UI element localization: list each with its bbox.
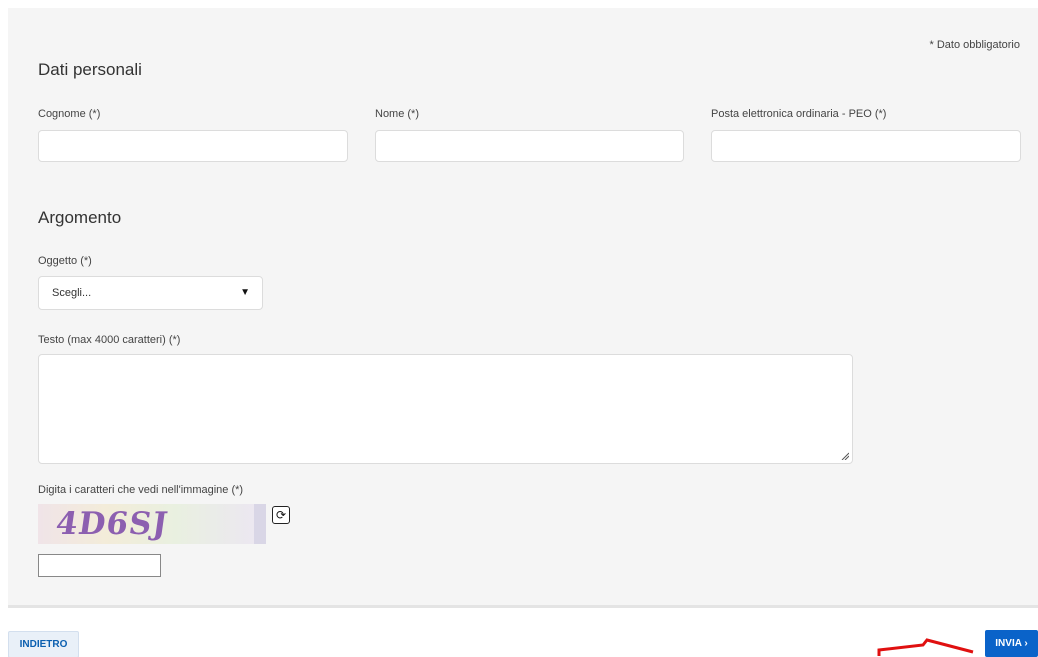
send-button[interactable]: INVIA › xyxy=(985,630,1038,657)
captcha-image-text: 4D6SJ xyxy=(53,506,171,542)
required-field-note: * Dato obbligatorio xyxy=(929,39,1020,51)
captcha-band xyxy=(254,504,266,544)
resize-handle-icon[interactable] xyxy=(841,452,849,460)
back-button[interactable]: INDIETRO xyxy=(8,631,79,657)
dropdown-arrow-icon: ▼ xyxy=(240,287,250,298)
red-arrow-annotation xyxy=(877,638,974,656)
captcha-input[interactable] xyxy=(38,554,161,577)
captcha-label: Digita i caratteri che vedi nell'immagin… xyxy=(38,484,244,496)
email-input[interactable] xyxy=(711,130,1021,162)
subject-label: Oggetto (*) xyxy=(38,255,92,267)
section-title-personal-data: Dati personali xyxy=(38,60,142,79)
refresh-captcha-icon[interactable]: ⟳ xyxy=(272,506,290,524)
captcha-image: 4D6SJ xyxy=(38,504,266,544)
text-label: Testo (max 4000 caratteri) (*) xyxy=(38,334,181,346)
surname-input[interactable] xyxy=(38,130,348,162)
email-label: Posta elettronica ordinaria - PEO (*) xyxy=(711,108,887,120)
name-input[interactable] xyxy=(375,130,684,162)
subject-selected-value: Scegli... xyxy=(52,287,92,299)
subject-select[interactable]: Scegli... ▼ xyxy=(38,276,263,310)
contact-form-panel: * Dato obbligatorio Dati personali Cogno… xyxy=(8,8,1038,608)
message-textarea[interactable] xyxy=(38,354,853,464)
section-title-topic: Argomento xyxy=(38,208,122,227)
name-label: Nome (*) xyxy=(375,108,420,120)
surname-label: Cognome (*) xyxy=(38,108,101,120)
